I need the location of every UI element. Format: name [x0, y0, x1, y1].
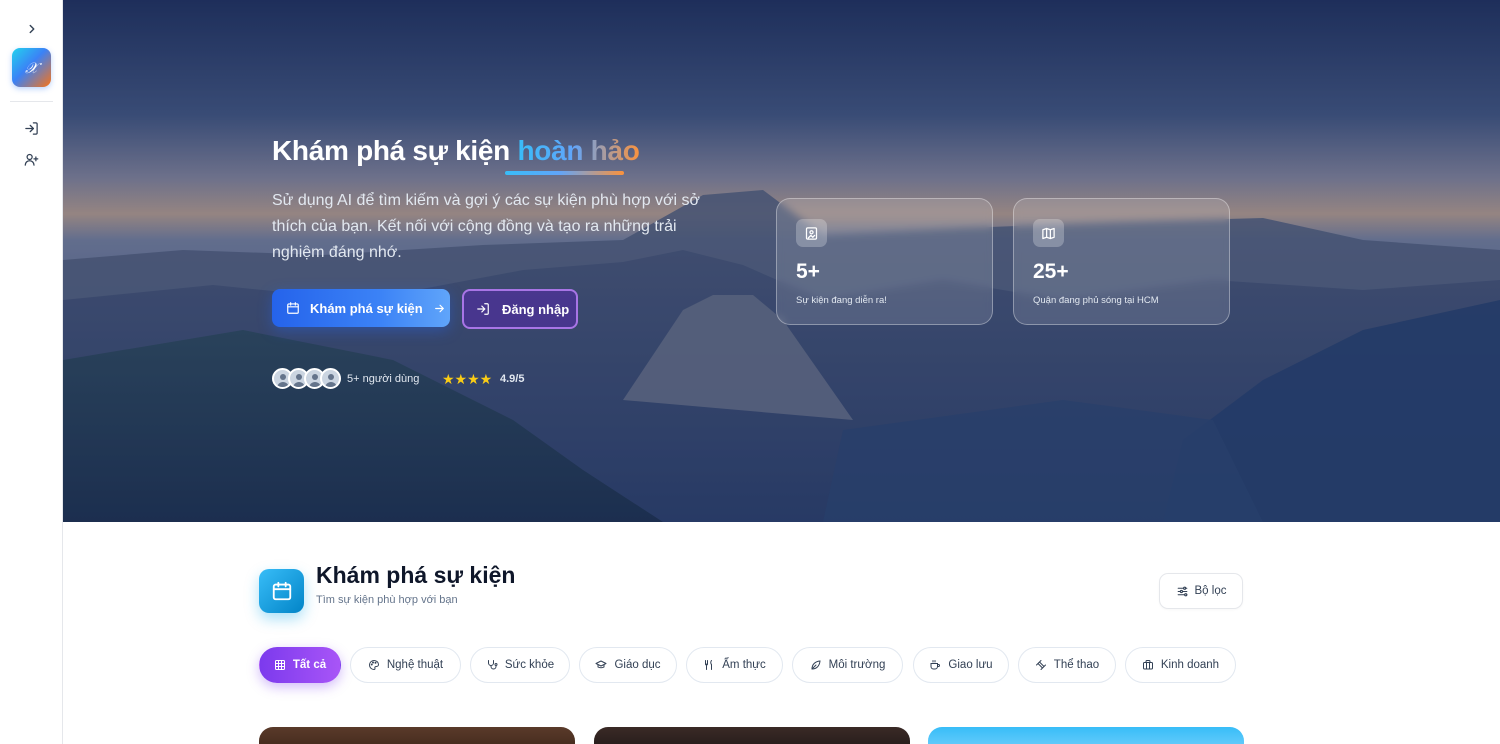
map-icon [1033, 219, 1064, 247]
login-label: Đăng nhập [502, 301, 570, 317]
filter-label: Bộ lọc [1194, 585, 1227, 597]
hero-title-accent: hoàn hảo [517, 135, 640, 166]
coffee-icon [930, 660, 941, 670]
sidebar-divider [10, 101, 53, 102]
stat-card-events: 5+ Sự kiện đang diễn ra! [776, 198, 993, 325]
title-underline [505, 171, 624, 175]
category-chip-social[interactable]: Giao lưu [913, 647, 1009, 683]
grid-icon [274, 660, 285, 670]
chip-label: Kinh doanh [1160, 659, 1220, 671]
chip-label: Giáo dục [614, 659, 661, 671]
stat-value: 5+ [796, 260, 820, 283]
leaf-icon [811, 660, 821, 670]
calendar-icon [259, 569, 304, 613]
hero-title-main: Khám phá sự kiện [272, 135, 518, 166]
event-card-image[interactable] [259, 727, 575, 744]
stat-label: Sự kiện đang diễn ra! [796, 295, 887, 306]
category-chip-all[interactable]: Tất cả [259, 647, 341, 683]
graduation-cap-icon [595, 660, 607, 669]
logo-mark: 𝒳 [25, 58, 38, 77]
calendar-icon [287, 302, 299, 314]
event-card-image[interactable] [928, 727, 1244, 744]
user-plus-icon[interactable] [22, 150, 40, 168]
login-button[interactable]: Đăng nhập [462, 289, 578, 329]
app-logo[interactable]: 𝒳 [12, 48, 51, 87]
chip-label: Sức khỏe [504, 659, 555, 671]
event-card-image[interactable] [594, 727, 910, 744]
stat-value: 25+ [1033, 260, 1069, 283]
image-icon [796, 219, 827, 247]
category-chip-education[interactable]: Giáo dục [579, 647, 677, 683]
category-chip-health[interactable]: Sức khỏe [470, 647, 570, 683]
explore-events-label: Khám phá sự kiện [310, 300, 423, 316]
chip-label: Tất cả [292, 659, 327, 671]
category-chip-environment[interactable]: Môi trường [792, 647, 903, 683]
stat-label: Quận đang phủ sóng tại HCM [1033, 295, 1159, 306]
hero-title: Khám phá sự kiện hoàn hảo [272, 135, 640, 167]
login-icon[interactable] [22, 119, 40, 137]
category-chip-business[interactable]: Kinh doanh [1125, 647, 1236, 683]
chip-label: Nghệ thuật [386, 659, 444, 671]
stat-card-districts: 25+ Quận đang phủ sóng tại HCM [1013, 198, 1230, 325]
chip-label: Thể thao [1053, 659, 1100, 671]
chip-label: Môi trường [828, 659, 886, 671]
section-title: Khám phá sự kiện [316, 562, 516, 588]
chevron-right-icon[interactable] [23, 20, 41, 38]
star-rating-icon: ★★★★ [442, 371, 493, 387]
section-subtitle: Tìm sự kiện phù hợp với bạn [316, 594, 458, 606]
sidebar: 𝒳 [0, 0, 63, 744]
category-chip-art[interactable]: Nghệ thuật [350, 647, 461, 683]
avatar [320, 368, 341, 389]
login-icon [477, 303, 489, 315]
hero-description: Sử dụng AI để tìm kiếm và gợi ý các sự k… [272, 192, 701, 261]
explore-events-button[interactable]: Khám phá sự kiện [272, 289, 450, 327]
rating-value: 4.9/5 [500, 373, 525, 385]
dumbbell-icon [1035, 660, 1046, 670]
category-chip-sports[interactable]: Thể thao [1018, 647, 1116, 683]
arrow-right-icon [434, 304, 444, 312]
sliders-icon [1177, 586, 1187, 596]
chip-label: Ẩm thực [722, 659, 766, 671]
category-chip-food[interactable]: Ẩm thực [686, 647, 783, 683]
chip-label: Giao lưu [948, 659, 993, 671]
hero-banner: Khám phá sự kiện hoàn hảo Sử dụng AI để … [63, 0, 1500, 522]
filter-button[interactable]: Bộ lọc [1159, 573, 1243, 609]
palette-icon [368, 659, 379, 671]
briefcase-icon [1142, 660, 1153, 670]
utensils-icon [705, 660, 713, 670]
users-count: 5+ người dùng [347, 373, 420, 385]
stethoscope-icon [487, 660, 498, 670]
